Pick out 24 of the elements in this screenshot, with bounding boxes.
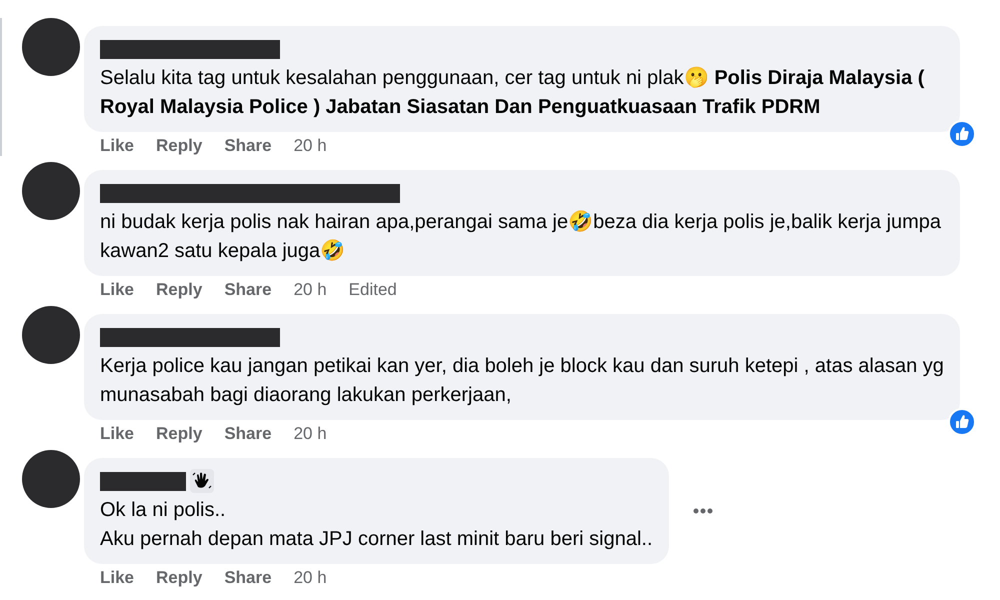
more-icon: [692, 508, 713, 514]
comment-text: ni budak kerja polis nak hairan apa,perangai sama je🤣beza dia kerja polis je,balik kerja jumpa kawan2 satu kepala juga🤣: [100, 209, 942, 264]
comment-action-link[interactable]: Share: [224, 424, 272, 444]
comment-time[interactable]: 20 h: [294, 136, 327, 156]
comment-action-link[interactable]: Share: [224, 280, 272, 300]
comment-action-link[interactable]: Like: [100, 280, 134, 300]
edited-label: Edited: [348, 280, 397, 300]
comment-action-link[interactable]: Reply: [156, 424, 202, 444]
comment-text: Selalu kita tag untuk kesalahan penggunaan, cer tag untuk ni plak🫢 Polis Diraja Malaysia ( Royal Malaysia Police ) Jabatan Siasatan Dan Penguatkuasaan Trafik PDRM: [100, 66, 926, 120]
comment-time[interactable]: 20 h: [294, 280, 327, 300]
comment-action-link[interactable]: Share: [224, 568, 272, 588]
comment-action-link[interactable]: Like: [100, 568, 134, 588]
comment-time[interactable]: 20 h: [294, 424, 327, 444]
comment-action-link[interactable]: Reply: [156, 568, 202, 588]
comment-text: Kerja police kau jangan petikai kan yer, dia boleh je block kau dan suruh ketepi , atas alasan yg munasabah bagi diaorang lakukan perkerjaan,: [100, 354, 944, 408]
comment-action-link[interactable]: Reply: [156, 280, 202, 300]
comment-action-link[interactable]: Like: [100, 424, 134, 444]
comment-text: Ok la ni polis.. Aku pernah depan mata JPJ corner last minit baru beri signal..: [100, 498, 653, 552]
comment-action-link[interactable]: Like: [100, 136, 134, 156]
comment-action-link[interactable]: Share: [224, 136, 272, 156]
like-reaction-icon[interactable]: [948, 120, 976, 148]
comment-action-link[interactable]: Reply: [156, 136, 202, 156]
comment-time[interactable]: 20 h: [294, 568, 327, 588]
like-reaction-icon[interactable]: [948, 408, 976, 436]
